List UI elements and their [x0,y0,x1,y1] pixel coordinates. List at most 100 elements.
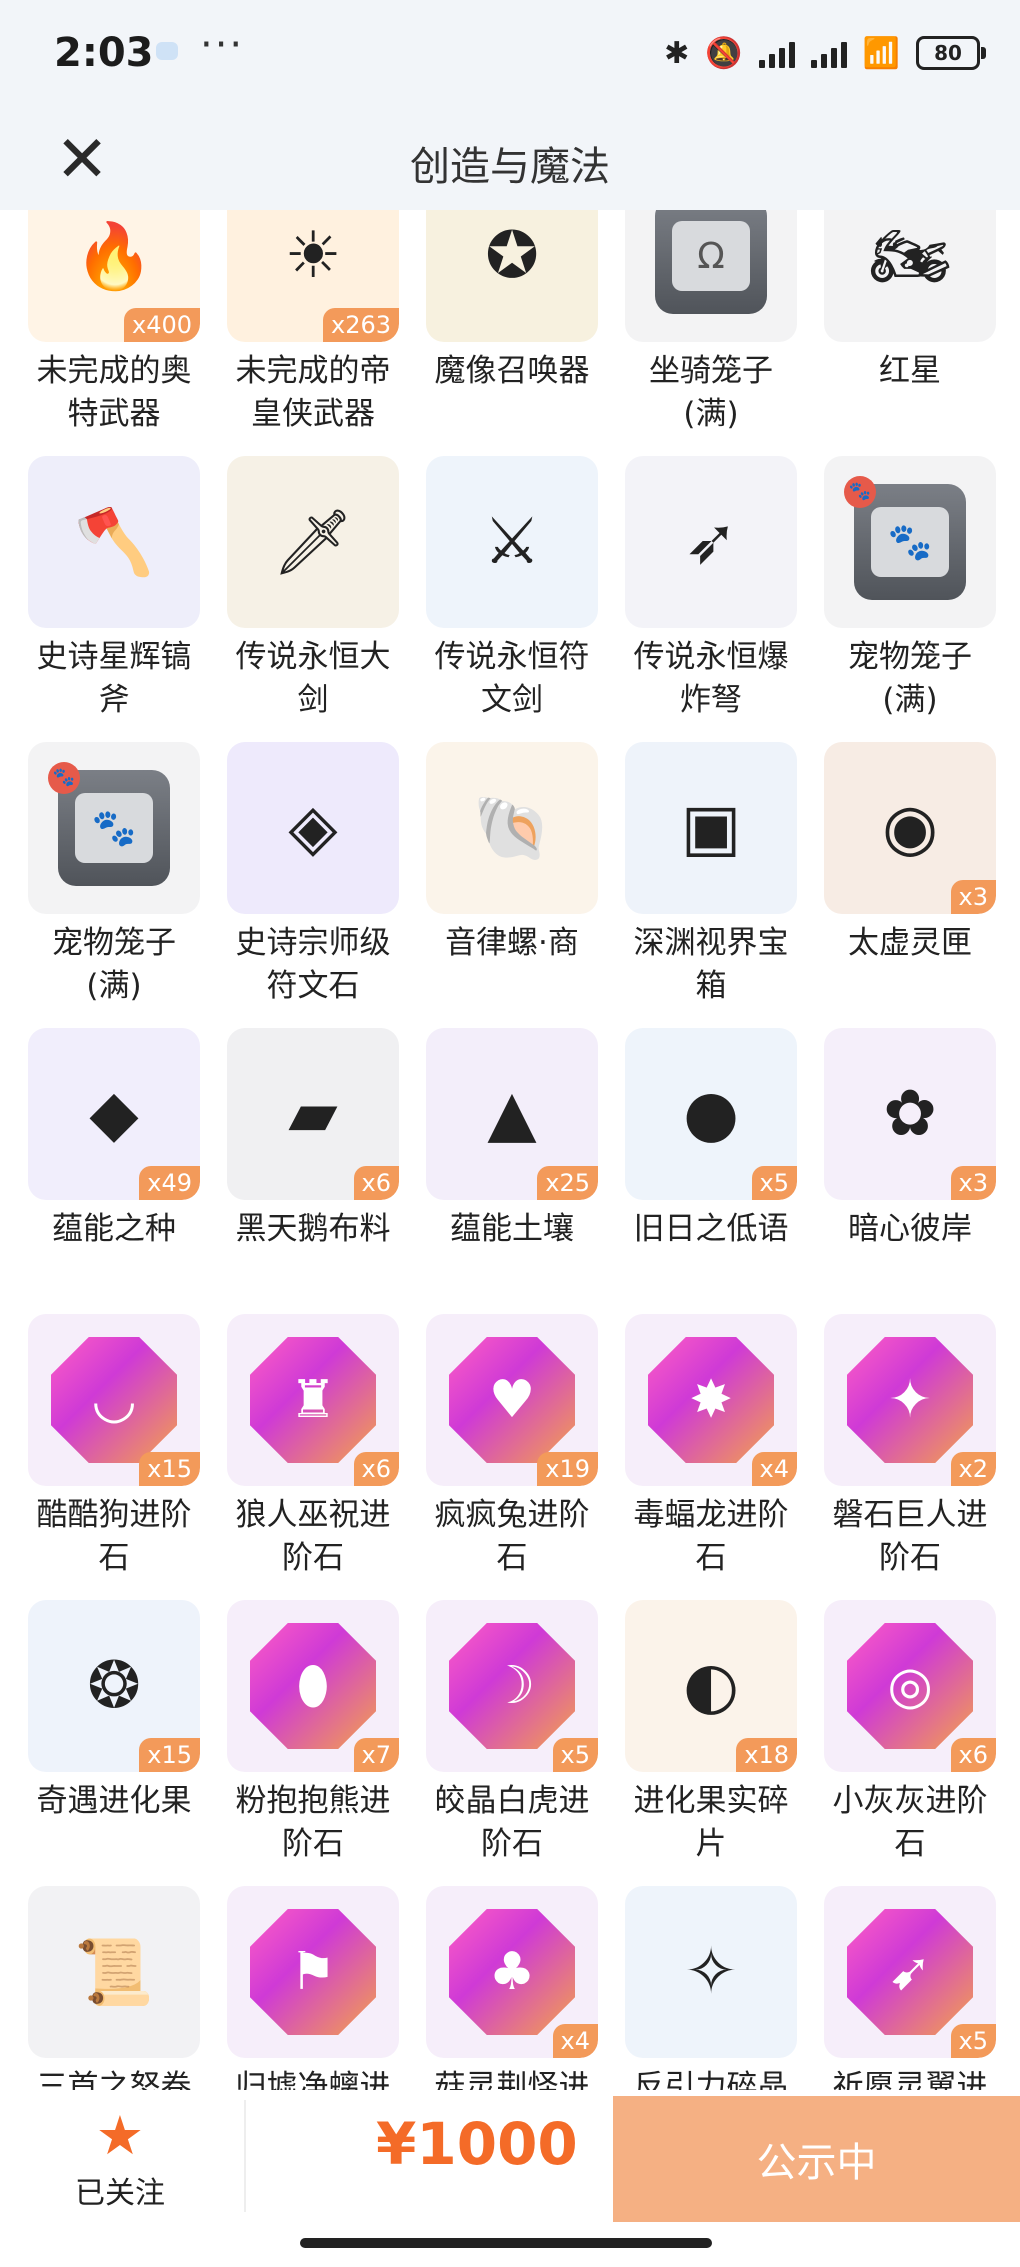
item-thumbnail: ⚑ [227,1886,399,2058]
grid-item[interactable]: 🐚 音律螺·商 [426,742,598,1028]
grid-item[interactable]: ▲ x25 蕴能土壤 [426,1028,598,1314]
glowing-orb-icon: ● [683,1077,739,1151]
item-thumbnail: ◉ x3 [824,742,996,914]
grid-item[interactable]: ◆ x49 蕴能之种 [28,1028,200,1314]
item-thumbnail: Ω [625,210,797,342]
grid-item[interactable]: 🐾 🐾 宠物笼子(满) [28,742,200,1028]
status-bar: 2:03 ··· ✱ 🔕 📶 80 [0,0,1020,110]
grid-item[interactable]: ◉ x3 太虚灵匣 [824,742,996,1028]
item-name: 史诗宗师级符文石 [235,925,391,1004]
grid-item[interactable]: 📜 三首之怒卷轴 [28,1886,200,2090]
item-thumbnail: 🪓 [28,456,200,628]
item-thumbnail: ◎ x6 [824,1600,996,1772]
item-name: 蕴能之种 [52,1211,176,1247]
item-count-badge: x263 [322,308,399,342]
item-name: 祈愿灵翼进阶石 [832,2069,988,2090]
crossbow-icon: ➶ [684,505,738,579]
grid-item[interactable]: ✦ x2 磐石巨人进阶石 [824,1314,996,1600]
item-thumbnail: ▣ [625,742,797,914]
publicity-status-button[interactable]: 公示中 [613,2096,1020,2222]
wifi-icon: 📶 [862,35,900,71]
item-name: 宠物笼子(满) [52,925,176,1004]
item-name: 酷酷狗进阶石 [36,1497,192,1576]
rune-stone-icon: ◈ [288,791,338,865]
item-name: 未完成的奥特武器 [36,353,192,432]
item-name: 归墟净螭进阶石 [235,2069,391,2090]
grid-item[interactable]: ✧ 反引力碎晶 [625,1886,797,2090]
grid-item[interactable]: 🪓 史诗星辉镐斧 [28,456,200,742]
more-notifications-icon: ··· [200,22,245,68]
navigation-bar: ✕ 创造与魔法 [0,110,1020,210]
bat-dragon-evolution-stone-icon: ✸ [648,1337,774,1463]
item-name: 暗心彼岸 [848,1211,972,1247]
conch-icon: 🐚 [472,791,552,866]
grid-item[interactable]: ● x5 旧日之低语 [625,1028,797,1314]
purple-crystal-icon: ◆ [89,1077,139,1151]
item-thumbnail: ➹ x5 [824,1886,996,2058]
grid-item[interactable]: ◎ x6 小灰灰进阶石 [824,1600,996,1886]
grid-item[interactable]: ✸ x4 毒蝠龙进阶石 [625,1314,797,1600]
grid-item[interactable]: ⬮ x7 粉抱抱熊进阶石 [227,1600,399,1886]
item-name: 音律螺·商 [445,925,579,961]
dog-evolution-stone-icon: ◡ [51,1337,177,1463]
grid-item[interactable]: ♥ x19 疯疯兔进阶石 [426,1314,598,1600]
item-grid-container[interactable]: 🔥 x400 未完成的奥特武器 ☀ x263 未完成的帝皇侠武器 ✪ 魔像召唤器 Ω 坐骑笼子(满… [0,210,1020,2090]
golem-summoner-icon: ✪ [485,219,539,293]
item-name: 三首之怒卷轴 [36,2069,192,2090]
grid-item[interactable]: Ω 坐骑笼子(满) [625,210,797,456]
grid-item[interactable]: 🐾 🐾 宠物笼子(满) [824,456,996,742]
status-time: 2:03 [54,30,154,76]
item-thumbnail: 🔥 x400 [28,210,200,342]
grid-item[interactable]: ♜ x6 狼人巫祝进阶石 [227,1314,399,1600]
sun-weapon-icon: ☀ [284,219,342,293]
grid-item[interactable]: 🏍 红星 [824,210,996,456]
grid-item[interactable]: ◡ x15 酷酷狗进阶石 [28,1314,200,1600]
tiger-evolution-stone-icon: ☽ [449,1623,575,1749]
follow-button[interactable]: ★ 已关注 [50,2108,190,2212]
grid-item[interactable]: ♣x4 菇灵荆怪进阶石 [426,1886,598,2090]
battery-icon: 80 [916,36,986,70]
spirit-box-icon: ◉ [882,791,938,865]
item-name: 磐石巨人进阶石 [832,1497,988,1576]
page-title: 创造与魔法 [410,144,610,190]
item-name: 宠物笼子(满) [848,639,972,718]
item-name: 反引力碎晶 [633,2069,789,2090]
item-name: 皎晶白虎进阶石 [434,1783,590,1862]
grid-item[interactable]: ◐ x18 进化果实碎片 [625,1600,797,1886]
grid-item[interactable]: ▣ 深渊视界宝箱 [625,742,797,1028]
home-indicator[interactable] [300,2238,712,2248]
grid-item[interactable]: ✿ x3 暗心彼岸 [824,1028,996,1314]
system-icons: ✱ 🔕 📶 80 [664,30,986,76]
grid-item[interactable]: ◈ 史诗宗师级符文石 [227,742,399,1028]
grid-item[interactable]: ▰ x6 黑天鹅布料 [227,1028,399,1314]
item-name: 红星 [879,353,941,389]
cell-signal-2-icon [810,38,847,68]
grid-item[interactable]: ➹x5 祈愿灵翼进阶石 [824,1886,996,2090]
grid-item[interactable]: ⚑ 归墟净螭进阶石 [227,1886,399,2090]
grid-item[interactable]: 🔥 x400 未完成的奥特武器 [28,210,200,456]
item-thumbnail: ⚔ [426,456,598,628]
fruit-fragment-icon: ◐ [683,1649,739,1723]
grid-item[interactable]: ✪ 魔像召唤器 [426,210,598,456]
scroll-icon: 📜 [74,1935,154,2010]
grid-item[interactable]: ❂ x15 奇遇进化果 [28,1600,200,1886]
grid-item[interactable]: ➶ 传说永恒爆炸弩 [625,456,797,742]
item-name: 传说永恒符文剑 [434,639,590,718]
item-thumbnail: ● x5 [625,1028,797,1200]
item-name: 小灰灰进阶石 [832,1783,988,1862]
grid-item[interactable]: ☀ x263 未完成的帝皇侠武器 [227,210,399,456]
item-thumbnail: 🏍 [824,210,996,342]
grid-item[interactable]: ⚔ 传说永恒符文剑 [426,456,598,742]
item-name: 进化果实碎片 [633,1783,789,1862]
footer-divider [244,2100,246,2212]
grid-item[interactable]: ☽ x5 皎晶白虎进阶石 [426,1600,598,1886]
item-count-badge: x4 [552,2024,598,2058]
price: ¥1000 [376,2110,578,2178]
flame-weapon-icon: 🔥 [74,219,154,294]
crate-glyph: 🐾 [871,507,949,577]
item-thumbnail: ◆ x49 [28,1028,200,1200]
item-grid: 🔥 x400 未完成的奥特武器 ☀ x263 未完成的帝皇侠武器 ✪ 魔像召唤器 Ω 坐骑笼子(满… [28,210,1008,2090]
item-name: 魔像召唤器 [434,353,590,389]
grid-item[interactable]: 🗡 传说永恒大剑 [227,456,399,742]
item-thumbnail: 🗡 [227,456,399,628]
